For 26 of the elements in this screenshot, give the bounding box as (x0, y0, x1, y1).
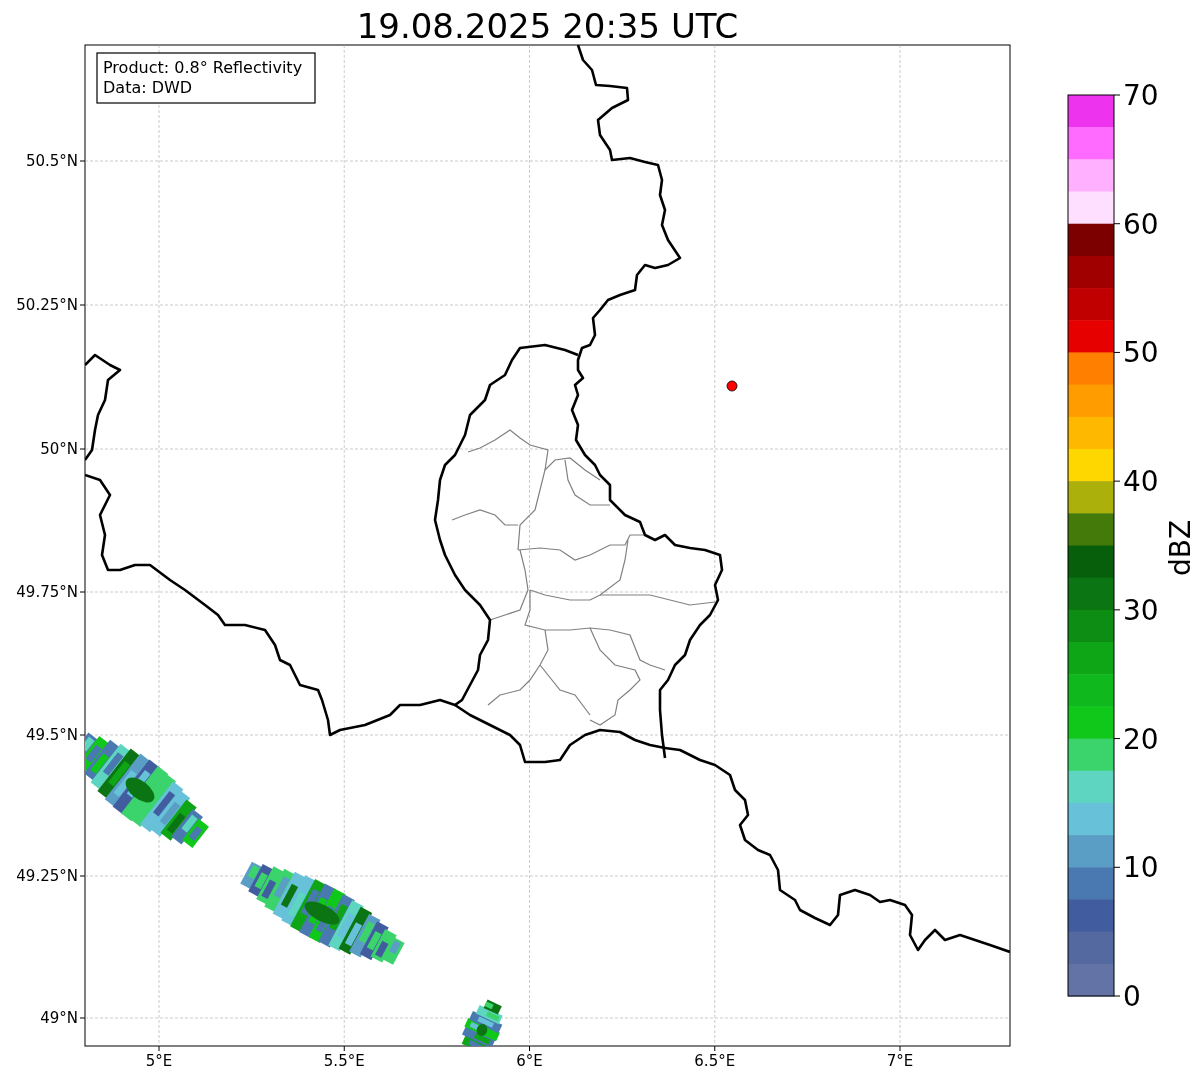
colorbar-tick-label: 30 (1123, 593, 1159, 627)
colorbar-tick-label: 0 (1123, 980, 1141, 1013)
longitude-label: 5.5°E (323, 1052, 365, 1070)
latitude-label: 50°N (40, 440, 78, 458)
longitude-label: 6.5°E (694, 1052, 736, 1070)
colorbar-tick-label: 10 (1123, 851, 1159, 885)
longitude-label: 6°E (516, 1052, 543, 1070)
latitude-label: 49.75°N (16, 583, 78, 601)
latitude-label: 49°N (40, 1009, 78, 1027)
colorbar-tick-label: 50 (1123, 336, 1159, 370)
latitude-label: 49.5°N (25, 726, 78, 744)
colorbar-tick-label: 40 (1123, 465, 1159, 499)
info-text: Product: 0.8° Reflectivity (103, 58, 303, 77)
chart-title: 19.08.2025 20:35 UTC (356, 6, 739, 46)
colorbar-tick-label: 20 (1123, 722, 1159, 756)
latitude-label: 50.5°N (25, 152, 78, 170)
info-text: Data: DWD (103, 78, 193, 97)
longitude-label: 7°E (886, 1052, 914, 1070)
latitude-label: 50.25°N (16, 296, 78, 314)
longitude-label: 5°E (145, 1052, 173, 1070)
colorbar-label: dBZ (1164, 519, 1197, 577)
colorbar-tick-label: 70 (1123, 79, 1159, 112)
radar-site-marker (726, 380, 738, 392)
radar-echo-drawing (461, 999, 503, 1046)
latitude-label: 49.25°N (16, 867, 78, 885)
colorbar-tick-label: 60 (1123, 207, 1159, 241)
